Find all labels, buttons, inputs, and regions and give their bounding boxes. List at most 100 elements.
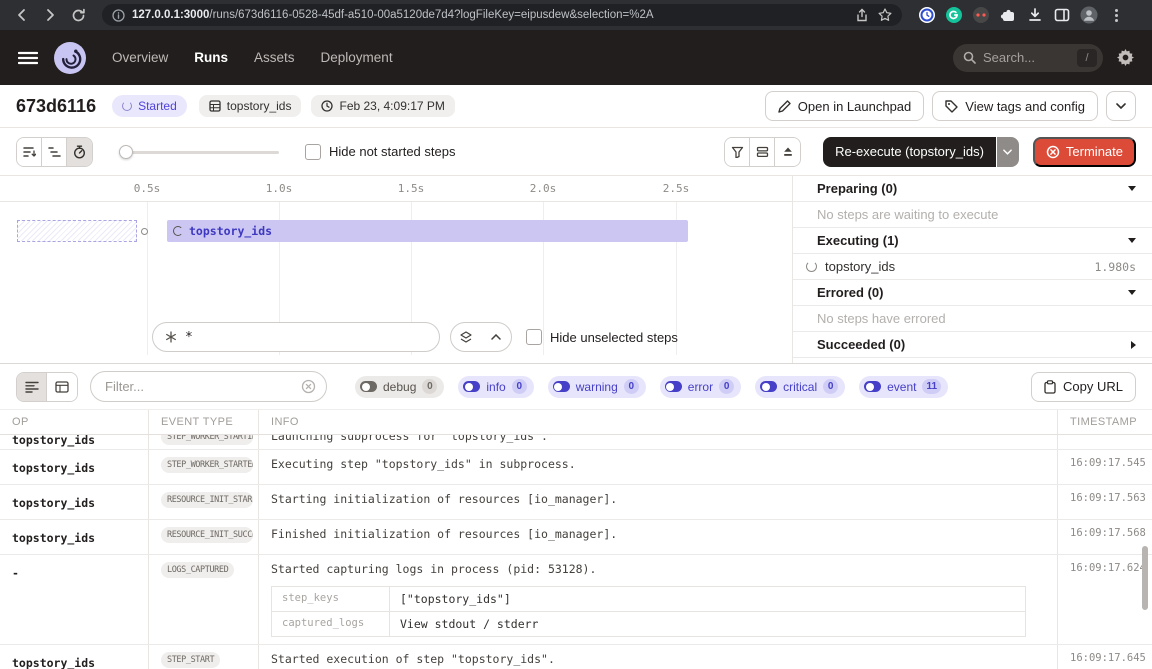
hide-unselected-checkbox[interactable] [526,329,542,345]
log-timestamp-cell: 16:09:17.545 [1058,450,1152,484]
log-level-info[interactable]: info0 [458,376,533,398]
log-scrollbar-thumb[interactable] [1142,546,1148,610]
url-bar[interactable]: 127.0.0.1:3000/runs/673d6116-0528-45df-a… [102,4,902,26]
log-level-debug[interactable]: debug0 [355,376,444,398]
collapse-rows-icon[interactable] [750,138,775,166]
filter-funnel-icon[interactable] [725,138,750,166]
log-row[interactable]: -LOGS_CAPTUREDStarted capturing logs in … [0,555,1152,645]
event-type-badge: RESOURCE_INIT_SUCCESS [161,527,253,543]
log-message: Starting initialization of resources [io… [271,492,1049,507]
slider-knob[interactable] [119,145,133,159]
clear-filter-icon[interactable] [301,379,316,394]
log-row[interactable]: topstory_idsSTEP_WORKER_STARTINGLaunchin… [0,435,1152,450]
chevron-up-icon[interactable] [481,323,511,351]
extensions-puzzle-icon[interactable] [999,6,1017,24]
run-actions-dropdown-button[interactable] [1106,91,1136,121]
log-table-header: OP EVENT TYPE INFO TIMESTAMP [0,409,1152,435]
log-row[interactable]: topstory_idsSTEP_STARTStarted execution … [0,645,1152,669]
hide-not-started-checkbox[interactable] [305,144,321,160]
robot-extension-icon[interactable] [972,6,990,24]
browser-profile-avatar[interactable] [1080,6,1098,24]
hide-unselected-control: Hide unselected steps [526,329,678,345]
hamburger-menu-icon[interactable] [18,51,38,65]
grammarly-extension-icon[interactable] [945,6,963,24]
section-title: Errored (0) [817,285,883,300]
log-row[interactable]: topstory_idsSTEP_WORKER_STARTEDExecuting… [0,450,1152,485]
log-level-event[interactable]: event11 [859,376,948,398]
nav-item-assets[interactable]: Assets [254,50,295,65]
log-op-cell: topstory_ids [0,520,149,554]
browser-reload-icon[interactable] [66,3,90,27]
nav-item-runs[interactable]: Runs [194,50,228,65]
download-icon[interactable] [1026,6,1044,24]
side-panel-icon[interactable] [1053,6,1071,24]
op-selector-icon [165,331,177,343]
log-event-type-cell: RESOURCE_INIT_STARTED [149,485,259,519]
reexecute-button[interactable]: Re-execute (topstory_ids) [823,137,996,167]
log-info-cell: Starting initialization of resources [io… [259,485,1058,519]
browser-menu-icon[interactable] [1115,9,1118,22]
steps-section-header[interactable]: Preparing (0) [793,176,1152,202]
timeline-tick: 2.0s [530,182,557,195]
view-timed-icon[interactable] [67,138,92,166]
browser-forward-icon[interactable] [38,3,62,27]
browser-back-icon[interactable] [10,3,34,27]
clock-extension-icon[interactable] [918,6,936,24]
selection-value: * [185,330,193,345]
timestamp: 16:09:17.563 [1070,492,1144,504]
gear-icon[interactable] [1117,49,1134,66]
log-op-cell: - [0,555,149,644]
nav-item-overview[interactable]: Overview [112,50,168,65]
log-row[interactable]: topstory_idsRESOURCE_INIT_STARTEDStartin… [0,485,1152,520]
structured-logs-icon[interactable] [47,373,77,401]
dagster-logo[interactable] [54,42,86,74]
step-name: topstory_ids [825,259,895,274]
log-level-warning[interactable]: warning0 [548,376,646,398]
open-in-launchpad-button[interactable]: Open in Launchpad [765,91,924,121]
bookmark-star-icon[interactable] [878,8,892,22]
layers-icon[interactable] [451,323,481,351]
steps-section-header[interactable]: Executing (1) [793,228,1152,254]
job-tag[interactable]: topstory_ids [199,95,302,117]
steps-section-header[interactable]: Errored (0) [793,280,1152,306]
event-type-badge: STEP_WORKER_STARTED [161,457,253,473]
gantt-toolbar-right: Re-execute (topstory_ids) Terminate [724,137,1136,167]
gantt-view-mode-switcher [16,137,93,167]
gantt-step-bar[interactable]: topstory_ids [167,220,688,242]
step-selection-input[interactable]: * [152,322,440,352]
nav-item-deployment[interactable]: Deployment [321,50,393,65]
log-level-error[interactable]: error0 [660,376,741,398]
copy-url-button[interactable]: Copy URL [1031,372,1136,402]
step-row[interactable]: topstory_ids1.980s [793,254,1152,280]
view-flat-icon[interactable] [17,138,42,166]
main-nav: Overview Runs Assets Deployment [112,50,393,65]
gantt-zoom-slider[interactable] [119,138,279,166]
unstructured-logs-icon[interactable] [17,373,47,401]
header-right: Search... / [953,44,1134,72]
level-label: warning [576,380,618,394]
reexecute-dropdown-button[interactable] [997,137,1019,167]
timeline-tick: 0.5s [134,182,161,195]
section-title: Preparing (0) [817,181,897,196]
log-row[interactable]: topstory_idsRESOURCE_INIT_SUCCESSFinishe… [0,520,1152,555]
terminate-button[interactable]: Terminate [1033,137,1136,167]
log-message: Started execution of step "topstory_ids"… [271,652,1049,667]
eject-icon[interactable] [775,138,800,166]
log-message: Launching subprocess for "topstory_ids". [271,435,1049,444]
site-info-icon[interactable] [112,9,125,22]
level-label: info [486,380,505,394]
share-icon[interactable] [856,8,868,22]
view-tags-config-button[interactable]: View tags and config [932,91,1098,121]
search-input[interactable]: Search... / [953,44,1103,72]
log-filter-input[interactable]: Filter... [90,371,327,402]
steps-section-header[interactable]: Succeeded (0) [793,332,1152,358]
log-op-cell: topstory_ids [0,435,149,450]
caret-down-icon [1128,290,1136,295]
timeline-tick: 1.0s [266,182,293,195]
view-waterfall-icon[interactable] [42,138,67,166]
log-timestamp-cell: 16:09:17.568 [1058,520,1152,554]
level-label: debug [383,380,416,394]
captured-logs-link[interactable]: View stdout / stderr [390,612,1025,636]
log-level-critical[interactable]: critical0 [755,376,845,398]
clipboard-icon [1044,380,1056,394]
